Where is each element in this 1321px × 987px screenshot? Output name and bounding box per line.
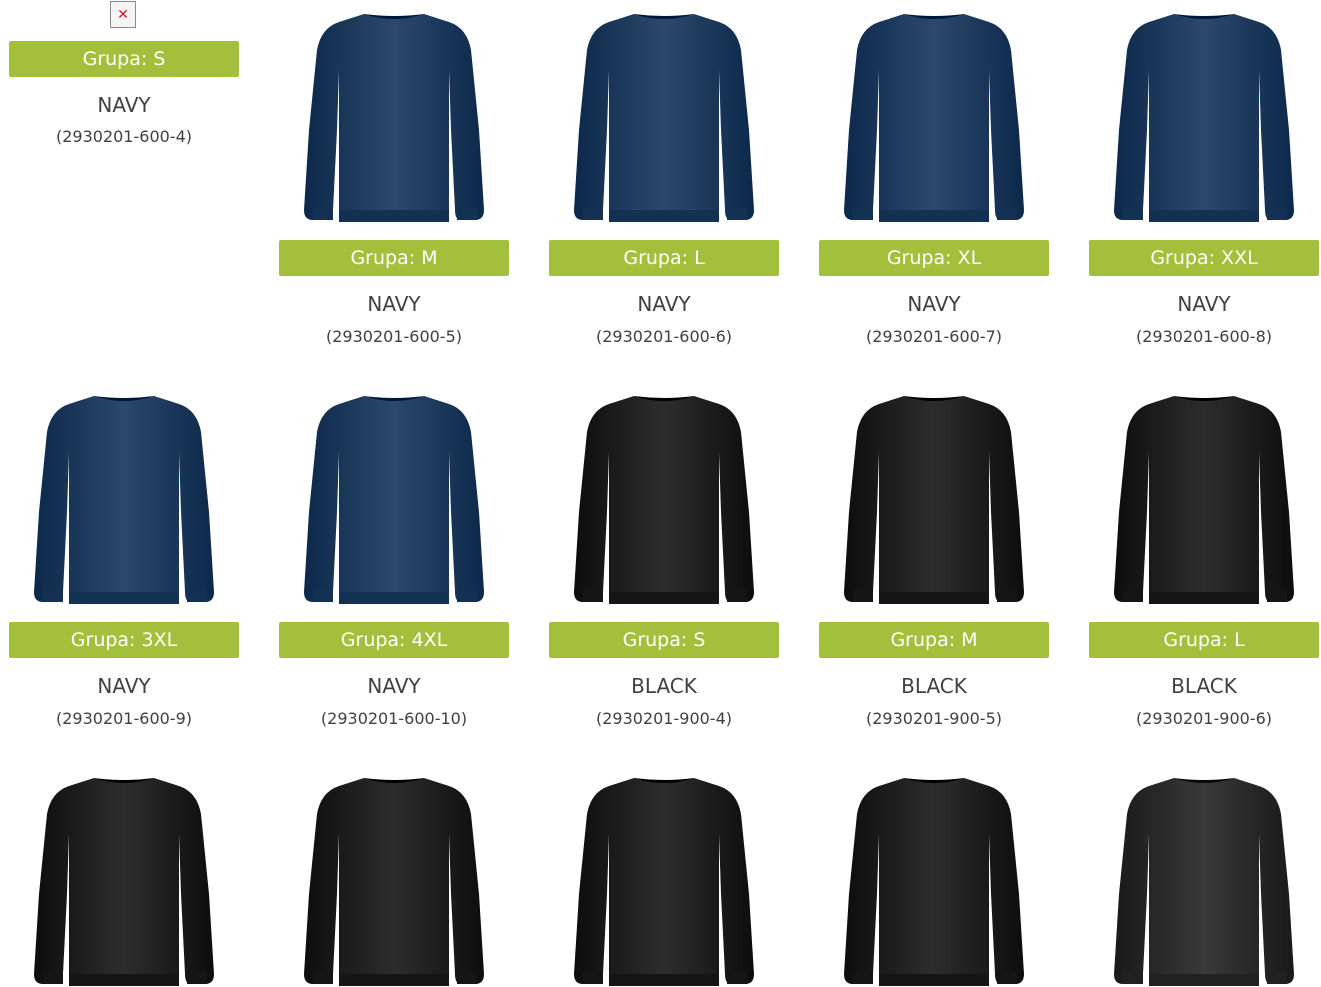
product-card[interactable] xyxy=(1089,774,1319,987)
product-color: NAVY xyxy=(367,292,421,316)
sweater-image[interactable] xyxy=(279,774,509,987)
product-card[interactable]: Grupa: L NAVY (2930201-600-6) xyxy=(549,10,779,346)
product-color: NAVY xyxy=(367,674,421,698)
navy-sweater-icon xyxy=(304,396,484,604)
sweater-image[interactable] xyxy=(279,392,509,622)
product-color: NAVY xyxy=(637,292,691,316)
product-card[interactable] xyxy=(279,774,509,987)
product-color: NAVY xyxy=(907,292,961,316)
group-badge: Grupa: M xyxy=(279,240,509,276)
product-code: (2930201-900-4) xyxy=(595,709,732,728)
product-card[interactable]: Grupa: M NAVY (2930201-600-5) xyxy=(279,10,509,346)
sweater-image[interactable] xyxy=(549,10,779,240)
sweater-image[interactable] xyxy=(819,774,1049,987)
product-card[interactable] xyxy=(9,774,239,987)
product-color: NAVY xyxy=(97,674,151,698)
black-sweater-icon xyxy=(1114,396,1294,604)
product-card[interactable]: Grupa: 3XL NAVY (2930201-600-9) xyxy=(9,392,239,728)
charcoal-sweater-icon xyxy=(1114,778,1294,986)
product-color: BLACK xyxy=(901,674,967,698)
group-badge: Grupa: L xyxy=(1089,622,1319,658)
sweater-image[interactable] xyxy=(9,774,239,987)
group-badge: Grupa: S xyxy=(549,622,779,658)
group-badge: Grupa: M xyxy=(819,622,1049,658)
product-code: (2930201-900-6) xyxy=(1135,709,1272,728)
product-code: (2930201-600-5) xyxy=(325,327,462,346)
sweater-image[interactable] xyxy=(1089,774,1319,987)
product-code: (2930201-600-9) xyxy=(55,709,192,728)
product-code: (2930201-600-8) xyxy=(1135,327,1272,346)
group-badge: Grupa: L xyxy=(549,240,779,276)
sweater-image[interactable] xyxy=(819,10,1049,240)
navy-sweater-icon xyxy=(1114,14,1294,222)
product-grid: ✕ Grupa: S NAVY (2930201-600-4) Grupa: M… xyxy=(0,0,1321,987)
black-sweater-icon xyxy=(844,396,1024,604)
sweater-image[interactable] xyxy=(279,10,509,240)
product-color: BLACK xyxy=(1171,674,1237,698)
product-code: (2930201-600-4) xyxy=(55,127,192,146)
black-sweater-icon xyxy=(844,778,1024,986)
product-code: (2930201-900-5) xyxy=(865,709,1002,728)
navy-sweater-icon xyxy=(34,396,214,604)
product-color: BLACK xyxy=(631,674,697,698)
product-card[interactable]: Grupa: 4XL NAVY (2930201-600-10) xyxy=(279,392,509,728)
black-sweater-icon xyxy=(574,396,754,604)
product-card[interactable]: Grupa: M BLACK (2930201-900-5) xyxy=(819,392,1049,728)
group-badge: Grupa: XL xyxy=(819,240,1049,276)
product-color: NAVY xyxy=(1177,292,1231,316)
product-card[interactable]: Grupa: S BLACK (2930201-900-4) xyxy=(549,392,779,728)
product-color: NAVY xyxy=(97,93,151,117)
black-sweater-icon xyxy=(574,778,754,986)
group-badge: Grupa: S xyxy=(9,41,239,77)
sweater-image[interactable] xyxy=(549,774,779,987)
product-card[interactable]: Grupa: L BLACK (2930201-900-6) xyxy=(1089,392,1319,728)
product-card[interactable]: Grupa: XL NAVY (2930201-600-7) xyxy=(819,10,1049,346)
black-sweater-icon xyxy=(34,778,214,986)
group-badge: Grupa: XXL xyxy=(1089,240,1319,276)
sweater-image[interactable] xyxy=(819,392,1049,622)
navy-sweater-icon xyxy=(304,14,484,222)
navy-sweater-icon xyxy=(574,14,754,222)
product-card[interactable]: Grupa: XXL NAVY (2930201-600-8) xyxy=(1089,10,1319,346)
sweater-image[interactable] xyxy=(1089,10,1319,240)
sweater-image[interactable] xyxy=(549,392,779,622)
group-badge: Grupa: 3XL xyxy=(9,622,239,658)
broken-image-icon: ✕ xyxy=(110,1,136,28)
product-code: (2930201-600-7) xyxy=(865,327,1002,346)
product-card[interactable] xyxy=(549,774,779,987)
product-code: (2930201-600-6) xyxy=(595,327,732,346)
product-card[interactable] xyxy=(819,774,1049,987)
sweater-image[interactable] xyxy=(9,392,239,622)
sweater-image[interactable] xyxy=(1089,392,1319,622)
group-badge: Grupa: 4XL xyxy=(279,622,509,658)
product-code: (2930201-600-10) xyxy=(320,709,468,728)
navy-sweater-icon xyxy=(844,14,1024,222)
black-sweater-icon xyxy=(304,778,484,986)
